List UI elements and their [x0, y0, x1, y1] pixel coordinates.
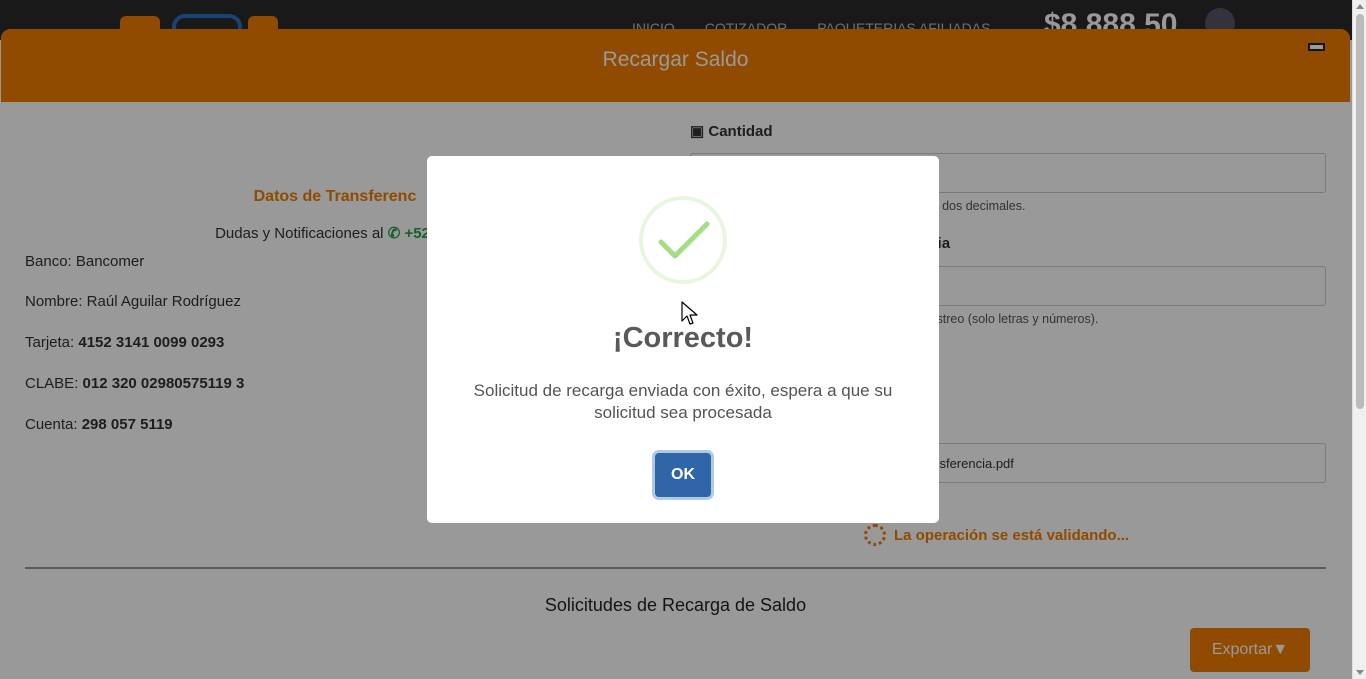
success-alert: ¡Correcto! Solicitud de recarga enviada …: [427, 156, 939, 523]
scroll-down-icon[interactable]: [1356, 670, 1364, 675]
scroll-up-icon[interactable]: [1356, 4, 1364, 9]
checkmark-icon: [639, 196, 727, 284]
page-scrollbar[interactable]: [1352, 0, 1366, 679]
ok-button[interactable]: OK: [655, 453, 711, 497]
mouse-cursor-icon: [681, 301, 698, 325]
alert-message: Solicitud de recarga enviada con éxito, …: [473, 381, 893, 422]
scroll-thumb[interactable]: [1356, 14, 1364, 409]
